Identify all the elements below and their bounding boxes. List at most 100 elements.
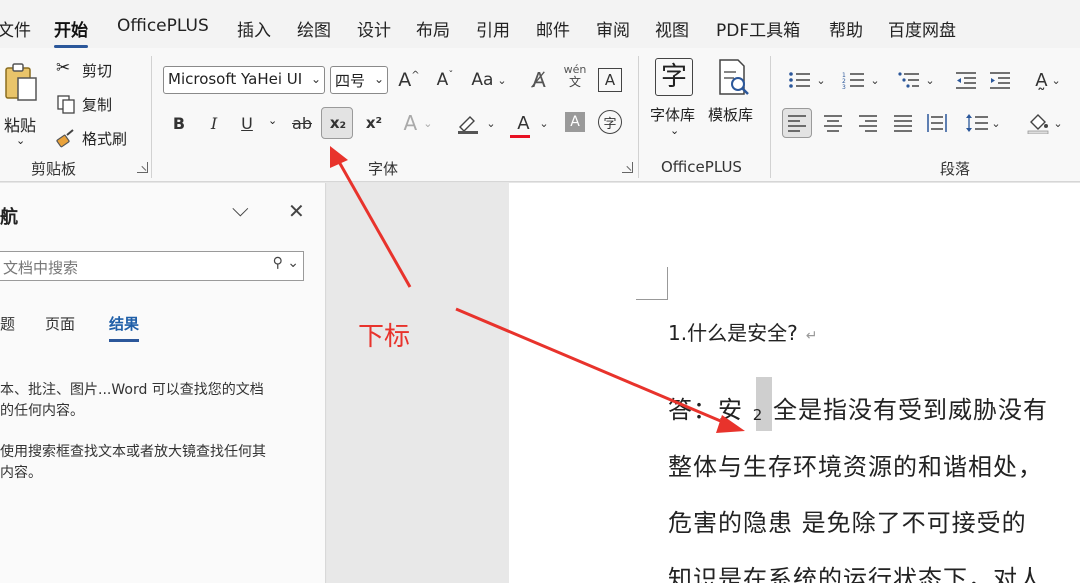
copy-icon	[57, 95, 75, 114]
font-size-value: 四号	[335, 72, 366, 90]
body-text: 答：安	[668, 396, 743, 424]
tab-headings[interactable]: 题	[0, 313, 15, 334]
line-spacing-icon	[966, 114, 989, 132]
search-icon[interactable]: ⚲ ⌄	[273, 255, 299, 271]
font-color-button[interactable]: A ⌄	[508, 109, 554, 137]
chevron-down-icon: ⌄	[373, 72, 384, 86]
paste-button[interactable]: 粘贴 ⌄	[0, 56, 44, 147]
group-divider	[638, 56, 639, 178]
bold-button[interactable]: B	[168, 109, 190, 137]
tab-layout[interactable]: 布局	[416, 16, 450, 41]
clear-formatting-icon: A̸	[532, 68, 546, 92]
subscript-text: 2	[752, 406, 764, 424]
align-left-icon	[788, 115, 806, 132]
underline-icon: U	[241, 113, 253, 133]
bullet-list-icon	[789, 72, 811, 88]
underline-button[interactable]: U	[236, 109, 258, 137]
tab-pdf-toolbox[interactable]: PDF工具箱	[716, 16, 800, 41]
tab-insert[interactable]: 插入	[237, 16, 271, 41]
tab-references[interactable]: 引用	[476, 16, 510, 41]
superscript-button[interactable]: x²	[362, 109, 386, 137]
clipboard-launcher-icon[interactable]	[137, 162, 148, 173]
numbering-button[interactable]: 123 ⌄	[838, 66, 884, 94]
distributed-button[interactable]	[924, 109, 950, 137]
tab-mailings[interactable]: 邮件	[536, 16, 570, 41]
enclose-characters-button[interactable]: 字	[598, 110, 622, 134]
paste-icon	[5, 63, 37, 101]
text-effects-button[interactable]: A ⌄	[398, 109, 438, 137]
justify-button[interactable]	[890, 109, 916, 137]
bullets-button[interactable]: ⌄	[784, 66, 830, 94]
help-text-line: 的任何内容。	[0, 403, 84, 419]
close-icon[interactable]: ✕	[288, 199, 305, 223]
tab-help[interactable]: 帮助	[829, 16, 863, 41]
align-left-button[interactable]	[782, 108, 812, 138]
multilevel-list-button[interactable]: ⌄	[893, 66, 939, 94]
chevron-down-icon[interactable]: ⌄	[268, 114, 277, 127]
chinese-layout-button[interactable]: A̰ ⌄	[1026, 66, 1070, 94]
character-border-button[interactable]: A	[598, 68, 622, 92]
help-text-line: 内容。	[0, 465, 42, 481]
template-library-button[interactable]: 模板库	[708, 56, 760, 126]
paste-label: 粘贴	[4, 116, 37, 135]
group-divider	[770, 56, 771, 178]
template-library-label: 模板库	[708, 106, 754, 124]
justify-icon	[894, 115, 912, 132]
tab-view[interactable]: 视图	[655, 16, 689, 41]
svg-text:3: 3	[842, 84, 846, 90]
font-library-label: 字体库	[650, 106, 696, 124]
highlight-button[interactable]: ⌄	[453, 109, 499, 137]
document-line-4: 知识是在系统的运行状态下，对人	[668, 565, 1043, 583]
align-center-icon	[824, 115, 842, 132]
font-name-value: Microsoft YaHei UI	[168, 70, 303, 88]
character-shading-button[interactable]: A	[565, 112, 585, 132]
chevron-down-icon[interactable]: ⌵	[232, 197, 249, 222]
italic-icon: I	[210, 113, 218, 133]
grow-font-button[interactable]: A ^	[396, 66, 422, 94]
paragraph-shading-button[interactable]: ⌄	[1022, 109, 1068, 137]
format-painter-button[interactable]: 格式刷	[56, 126, 136, 150]
align-center-button[interactable]	[820, 109, 846, 137]
paint-bucket-icon	[1027, 114, 1049, 134]
phonetic-char: 文	[568, 75, 581, 89]
font-launcher-icon[interactable]	[622, 162, 633, 173]
tab-officeplus[interactable]: OfficePLUS	[117, 16, 209, 36]
cut-button[interactable]: ✂ 剪切	[56, 58, 126, 82]
tab-review[interactable]: 审阅	[596, 16, 630, 41]
line-spacing-button[interactable]: ⌄	[960, 109, 1006, 137]
decrease-indent-button[interactable]	[953, 66, 979, 94]
phonetic-guide-button[interactable]: wén 文	[563, 62, 587, 90]
font-library-button[interactable]: 字 字体库 ⌄	[650, 56, 702, 146]
copy-button[interactable]: 复制	[56, 92, 126, 116]
clear-formatting-button[interactable]: A̸	[526, 66, 552, 94]
italic-button[interactable]: I	[203, 109, 225, 137]
tab-draw[interactable]: 绘图	[297, 16, 331, 41]
cut-label: 剪切	[82, 62, 113, 80]
change-case-button[interactable]: Aa ⌄	[468, 66, 510, 94]
scissors-icon: ✂	[56, 58, 71, 78]
align-right-button[interactable]	[855, 109, 881, 137]
highlighter-icon	[458, 116, 479, 134]
tab-results[interactable]: 结果	[109, 313, 140, 342]
change-case-label: Aa	[471, 70, 494, 90]
shrink-font-button[interactable]: Aˇ	[432, 66, 458, 94]
increase-indent-button[interactable]	[987, 66, 1013, 94]
document-gutter	[327, 183, 509, 583]
tab-file[interactable]: 文件	[0, 16, 31, 41]
strikethrough-button[interactable]: ab	[288, 109, 316, 137]
distributed-icon	[927, 114, 947, 132]
decrease-indent-icon	[956, 72, 976, 89]
heading-text: 1.什么是安全?	[668, 321, 798, 345]
tab-home[interactable]: 开始	[54, 16, 88, 48]
help-text-line: 本、批注、图片...Word 可以查找您的文档	[0, 382, 264, 398]
search-input[interactable]: 文档中搜索 ⚲ ⌄	[0, 251, 304, 281]
chevron-down-icon: ⌄	[310, 72, 321, 86]
tab-pages[interactable]: 页面	[45, 313, 75, 334]
increase-indent-icon	[990, 72, 1010, 89]
menu-tab-bar: 文件 开始 OfficePLUS 插入 绘图 设计 布局 引用 邮件 审阅 视图…	[0, 0, 1080, 48]
font-name-select[interactable]: Microsoft YaHei UI ⌄	[163, 66, 325, 94]
tab-design[interactable]: 设计	[357, 16, 391, 41]
strikethrough-icon: ab	[292, 113, 312, 133]
tab-baidu-netdisk[interactable]: 百度网盘	[888, 16, 956, 41]
font-size-select[interactable]: 四号 ⌄	[330, 66, 388, 94]
